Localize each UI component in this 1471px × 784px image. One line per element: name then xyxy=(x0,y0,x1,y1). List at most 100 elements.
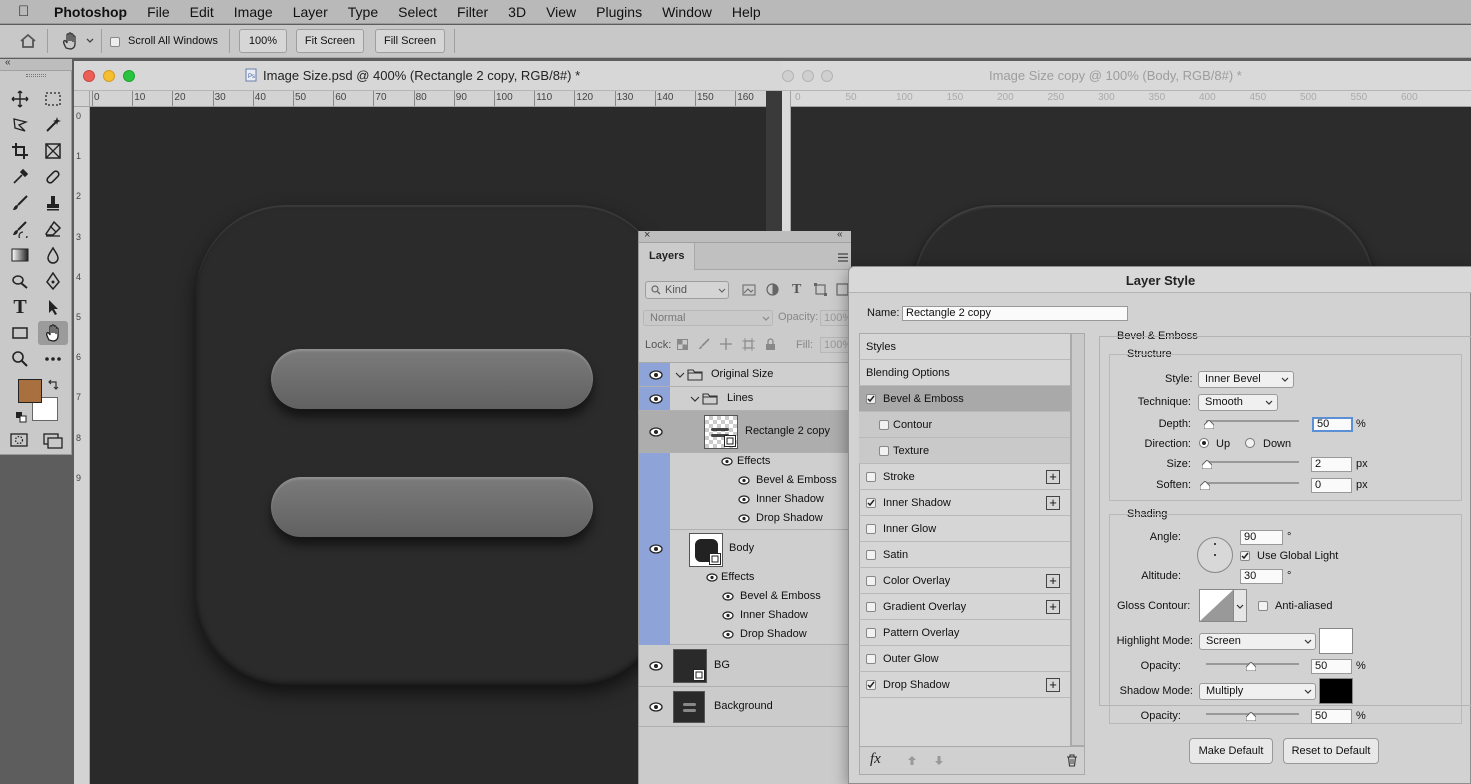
lock-artboard-icon[interactable] xyxy=(742,338,755,351)
lock-transparent-pixels-icon[interactable] xyxy=(677,339,688,350)
blending-options-item[interactable]: Blending Options xyxy=(859,360,1070,386)
menu-window[interactable]: Window xyxy=(662,4,712,20)
style-checkbox[interactable] xyxy=(866,576,876,586)
hand-tool-active-icon[interactable] xyxy=(38,321,68,345)
rectangle-tool-icon[interactable] xyxy=(7,321,33,345)
trash-icon[interactable] xyxy=(1066,754,1078,767)
style-checkbox[interactable] xyxy=(866,602,876,612)
shadow-color-swatch[interactable] xyxy=(1319,678,1353,704)
frame-tool-icon[interactable] xyxy=(40,139,66,163)
fx-menu-icon[interactable]: fx xyxy=(870,751,881,768)
effect-eye-icon[interactable] xyxy=(738,476,750,485)
layer-row-background[interactable]: Background xyxy=(639,687,851,727)
depth-slider[interactable] xyxy=(1206,420,1299,422)
style-item-pattern-overlay[interactable]: Pattern Overlay xyxy=(859,620,1070,646)
menu-type[interactable]: Type xyxy=(348,4,378,20)
filter-type-icon[interactable]: T xyxy=(792,282,801,298)
crop-tool-icon[interactable] xyxy=(7,139,33,163)
blend-mode-select[interactable]: Normal xyxy=(643,310,773,326)
bevel-style-select[interactable]: Inner Bevel xyxy=(1198,371,1294,388)
soften-slider-thumb[interactable] xyxy=(1200,481,1210,490)
close-window-button[interactable] xyxy=(782,70,794,82)
style-item-inner-shadow[interactable]: Inner Shadow + xyxy=(859,490,1070,516)
quick-mask-icon[interactable] xyxy=(10,433,28,447)
fill-field[interactable]: 100% xyxy=(820,337,851,353)
gradient-tool-icon[interactable] xyxy=(7,243,33,267)
zoom-window-button[interactable] xyxy=(123,70,135,82)
horizontal-ruler[interactable]: 0 50 100 150 200 250 300 350 400 450 500 550 600 xyxy=(791,91,1471,107)
minimize-window-button[interactable] xyxy=(103,70,115,82)
chevron-down-icon[interactable] xyxy=(690,396,700,403)
effect-drop-shadow[interactable]: Drop Shadow xyxy=(740,628,807,640)
chevron-down-icon[interactable] xyxy=(86,38,94,44)
filter-kind-select[interactable]: Kind xyxy=(645,281,729,299)
vertical-ruler[interactable]: 0 1 2 3 4 5 6 7 8 9 xyxy=(74,107,90,784)
depth-input[interactable]: 50 xyxy=(1312,417,1353,432)
layer-name-input[interactable]: Rectangle 2 copy xyxy=(902,306,1128,321)
blur-tool-icon[interactable] xyxy=(40,243,66,267)
effect-eye-icon[interactable] xyxy=(738,495,750,504)
effects-label[interactable]: Effects xyxy=(737,455,770,467)
hand-tool-icon[interactable] xyxy=(60,31,80,51)
effect-bevel-emboss[interactable]: Bevel & Emboss xyxy=(756,474,837,486)
direction-down-radio[interactable] xyxy=(1245,438,1255,448)
size-slider[interactable] xyxy=(1206,461,1299,463)
style-checkbox[interactable] xyxy=(866,550,876,560)
altitude-input[interactable]: 30 xyxy=(1240,569,1283,584)
visibility-eye-icon[interactable] xyxy=(649,661,663,671)
style-checkbox[interactable] xyxy=(866,394,876,404)
screen-mode-icon[interactable] xyxy=(43,433,63,449)
filter-shape-icon[interactable] xyxy=(814,283,827,296)
effect-bevel-emboss[interactable]: Bevel & Emboss xyxy=(740,590,821,602)
style-item-stroke[interactable]: Stroke + xyxy=(859,464,1070,490)
marquee-tool-icon[interactable] xyxy=(40,87,66,111)
layer-row-bg[interactable]: BG xyxy=(639,645,851,687)
menu-photoshop[interactable]: Photoshop xyxy=(54,4,127,20)
eraser-tool-icon[interactable] xyxy=(40,217,66,241)
more-tools-icon[interactable] xyxy=(40,347,66,371)
style-checkbox[interactable] xyxy=(866,498,876,508)
close-panel-icon[interactable]: × xyxy=(644,229,650,241)
style-checkbox[interactable] xyxy=(866,680,876,690)
add-effect-plus-icon[interactable]: + xyxy=(1046,678,1060,692)
zoom-tool-icon[interactable] xyxy=(7,347,33,371)
lasso-tool-icon[interactable] xyxy=(7,113,33,137)
move-tool-icon[interactable] xyxy=(7,87,33,111)
fit-screen-button[interactable]: Fit Screen xyxy=(296,29,364,53)
style-item-contour[interactable]: Contour xyxy=(859,412,1070,438)
styles-list-scrollbar[interactable] xyxy=(1071,333,1085,746)
add-effect-plus-icon[interactable]: + xyxy=(1046,496,1060,510)
size-input[interactable]: 2 xyxy=(1311,457,1352,472)
eyedropper-tool-icon[interactable] xyxy=(7,165,33,189)
zoom-window-button[interactable] xyxy=(821,70,833,82)
menu-plugins[interactable]: Plugins xyxy=(596,4,642,20)
style-item-gradient-overlay[interactable]: Gradient Overlay + xyxy=(859,594,1070,620)
lock-position-icon[interactable] xyxy=(720,338,732,350)
use-global-light-checkbox[interactable] xyxy=(1240,551,1250,561)
layer-row-body[interactable]: Body xyxy=(639,530,851,568)
style-checkbox[interactable] xyxy=(879,420,889,430)
visibility-eye-icon[interactable] xyxy=(649,394,663,404)
shadow-mode-select[interactable]: Multiply xyxy=(1199,683,1316,700)
menu-help[interactable]: Help xyxy=(732,4,761,20)
effect-eye-icon[interactable] xyxy=(722,630,734,639)
angle-dial[interactable] xyxy=(1197,537,1233,573)
style-item-inner-glow[interactable]: Inner Glow xyxy=(859,516,1070,542)
menu-file[interactable]: File xyxy=(147,4,170,20)
highlight-mode-select[interactable]: Screen xyxy=(1199,633,1316,650)
dodge-tool-icon[interactable] xyxy=(7,269,33,293)
menu-3d[interactable]: 3D xyxy=(508,4,526,20)
style-item-texture[interactable]: Texture xyxy=(859,438,1070,464)
style-item-bevel-emboss[interactable]: Bevel & Emboss xyxy=(859,386,1070,412)
filter-adjustment-icon[interactable] xyxy=(766,283,779,296)
menu-layer[interactable]: Layer xyxy=(293,4,328,20)
shadow-opacity-thumb[interactable] xyxy=(1246,712,1256,721)
soften-input[interactable]: 0 xyxy=(1311,478,1352,493)
tools-panel-header[interactable]: « xyxy=(0,57,72,71)
move-up-arrow-icon[interactable] xyxy=(907,755,917,766)
soften-slider[interactable] xyxy=(1206,482,1299,484)
lock-all-icon[interactable] xyxy=(765,338,776,351)
effects-eye-icon[interactable] xyxy=(706,573,718,582)
style-checkbox[interactable] xyxy=(879,446,889,456)
menu-edit[interactable]: Edit xyxy=(190,4,214,20)
